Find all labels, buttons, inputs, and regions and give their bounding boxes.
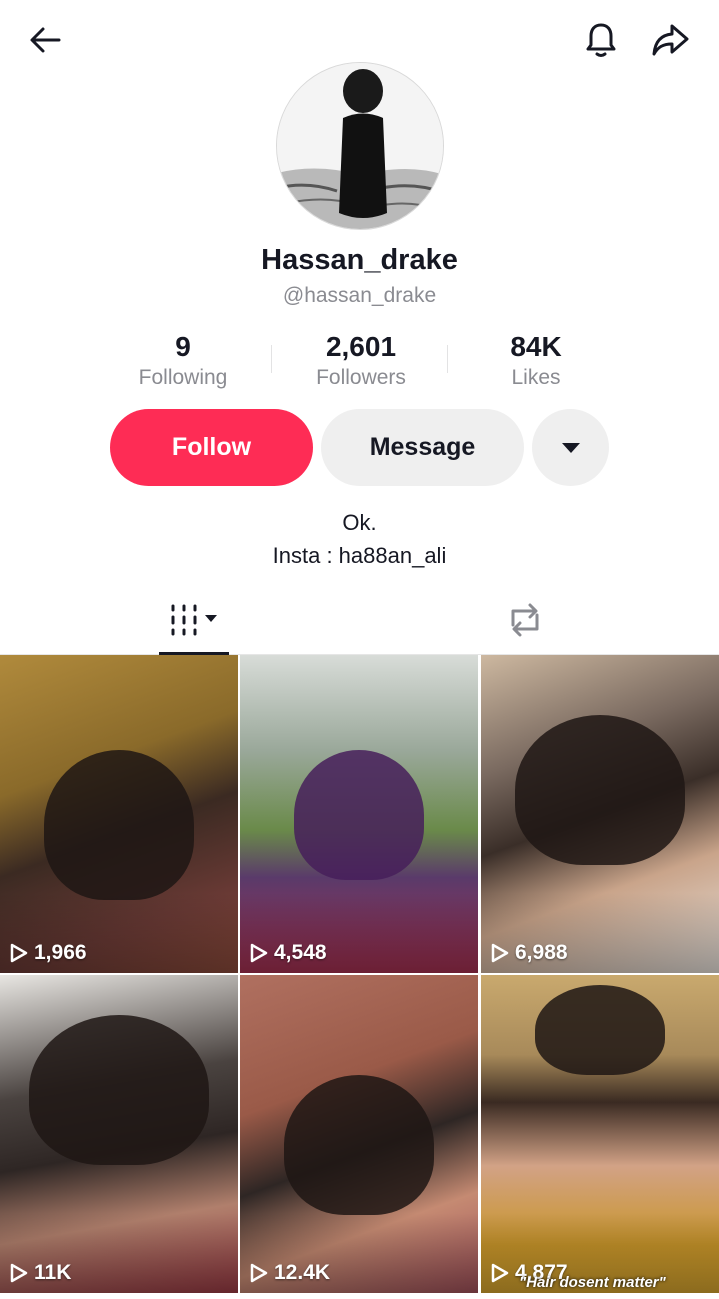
video-thumbnail[interactable]: 6,988 [481, 655, 719, 973]
video-preview-image [294, 750, 424, 880]
view-count: 4,548 [250, 941, 327, 965]
notification-button[interactable] [577, 16, 625, 64]
profile-bio: Ok. Insta : ha88an_ali [0, 506, 719, 572]
play-icon [250, 943, 268, 963]
followers-count: 2,601 [325, 331, 397, 362]
repost-icon [511, 603, 539, 637]
play-icon [10, 943, 28, 963]
play-icon [250, 1263, 268, 1283]
stat-divider [271, 345, 272, 373]
bell-icon [586, 23, 616, 57]
message-button[interactable]: Message [321, 409, 524, 486]
video-thumbnail[interactable]: 4,877 "Hair dosent matter" [481, 975, 719, 1293]
grid-videos-icon [171, 604, 217, 636]
view-count: 12.4K [250, 1261, 330, 1285]
caret-down-icon [561, 442, 580, 453]
view-count-text: 4,548 [274, 941, 327, 964]
video-thumbnail[interactable]: 11K [0, 975, 238, 1293]
video-thumbnail[interactable]: 12.4K [240, 975, 478, 1293]
video-preview-image [515, 715, 685, 865]
back-button[interactable] [21, 16, 69, 64]
view-count: 11K [10, 1261, 71, 1285]
view-count-text: 1,966 [34, 941, 87, 964]
likes-label: Likes [511, 366, 561, 389]
followers-label: Followers [316, 366, 406, 389]
play-icon [491, 1263, 509, 1283]
view-count-text: 6,988 [515, 941, 568, 964]
following-stat[interactable]: 9 Following [103, 330, 263, 392]
view-count-text: 11K [34, 1261, 72, 1284]
profile-tabs [0, 585, 719, 655]
video-preview-image [44, 750, 194, 900]
tab-videos[interactable] [159, 585, 229, 655]
profile-avatar[interactable] [276, 62, 444, 230]
video-preview-image [29, 1015, 209, 1165]
share-button[interactable] [646, 16, 694, 64]
video-thumbnail[interactable]: 4,548 [240, 655, 478, 973]
stat-divider [447, 345, 448, 373]
play-icon [10, 1263, 28, 1283]
follow-button[interactable]: Follow [110, 409, 313, 486]
bio-line: Ok. [342, 510, 377, 535]
profile-stats: 9 Following 2,601 Followers 84K Likes [0, 330, 719, 392]
share-arrow-icon [652, 24, 689, 56]
avatar-image [277, 63, 443, 229]
view-count: 6,988 [491, 941, 568, 965]
bio-line: Insta : ha88an_ali [272, 543, 447, 568]
play-icon [491, 943, 509, 963]
following-label: Following [138, 366, 228, 389]
arrow-left-icon [30, 27, 61, 53]
view-count: 1,966 [10, 941, 87, 965]
suggested-accounts-button[interactable] [532, 409, 609, 486]
video-preview-image [284, 1075, 434, 1215]
likes-count: 84K [510, 331, 562, 362]
view-count-text: 12.4K [274, 1261, 331, 1284]
tab-reposts[interactable] [490, 585, 560, 655]
likes-stat[interactable]: 84K Likes [456, 330, 616, 392]
followers-stat[interactable]: 2,601 Followers [281, 330, 441, 392]
video-preview-image [535, 985, 665, 1075]
username-handle: @hassan_drake [282, 284, 437, 307]
display-name: Hassan_drake [261, 244, 458, 276]
video-thumbnail[interactable]: 1,966 [0, 655, 238, 973]
following-count: 9 [175, 331, 191, 362]
video-caption-overlay: "Hair dosent matter" [519, 1274, 666, 1291]
